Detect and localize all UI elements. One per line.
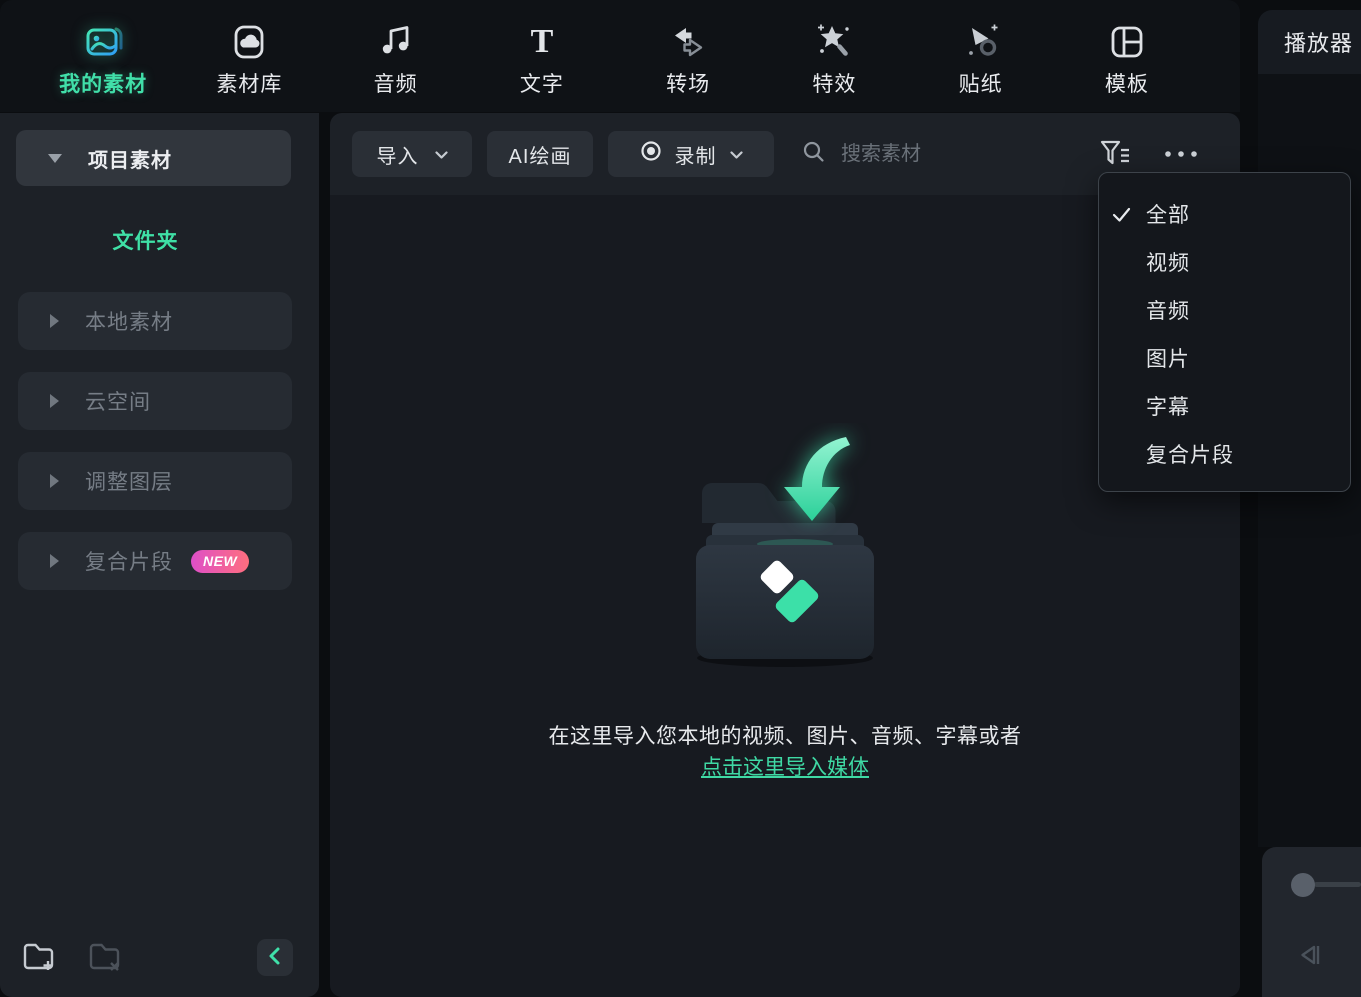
record-button[interactable]: 录制 xyxy=(608,131,774,177)
add-folder-button[interactable] xyxy=(20,939,58,978)
app-window: 我的素材 素材库 xyxy=(0,0,1361,997)
caret-right-icon xyxy=(50,314,59,328)
sidebar-item-local-media[interactable]: 本地素材 xyxy=(18,292,292,350)
group-label: 云空间 xyxy=(85,386,151,416)
sticker-icon xyxy=(959,18,1003,66)
tab-audio[interactable]: 音频 xyxy=(323,0,469,112)
tab-templates[interactable]: 模板 xyxy=(1054,0,1200,112)
chevron-down-icon xyxy=(730,143,743,166)
filter-dropdown-menu: 全部 视频 音频 图片 字幕 复合片段 xyxy=(1098,172,1351,492)
menu-item-label: 图片 xyxy=(1146,343,1190,373)
menu-item-label: 复合片段 xyxy=(1146,439,1234,469)
record-icon xyxy=(640,140,662,168)
tab-label: 文字 xyxy=(520,68,564,98)
menu-item-audio[interactable]: 音频 xyxy=(1099,286,1350,334)
search-icon xyxy=(802,140,825,168)
menu-item-label: 全部 xyxy=(1146,199,1190,229)
my-media-icon xyxy=(81,18,125,66)
audio-icon xyxy=(374,18,418,66)
tab-label: 模板 xyxy=(1105,68,1149,98)
transition-icon xyxy=(666,18,710,66)
tab-stock-media[interactable]: 素材库 xyxy=(176,0,322,112)
menu-item-subtitle[interactable]: 字幕 xyxy=(1099,382,1350,430)
tab-label: 素材库 xyxy=(216,68,282,98)
filter-button[interactable] xyxy=(1096,137,1134,172)
caret-right-icon xyxy=(50,474,59,488)
caret-right-icon xyxy=(50,394,59,408)
delete-folder-button[interactable] xyxy=(86,939,124,978)
tab-stickers[interactable]: 贴纸 xyxy=(908,0,1054,112)
tab-transition[interactable]: 转场 xyxy=(615,0,761,112)
import-button[interactable]: 导入 xyxy=(352,131,472,177)
tab-label: 我的素材 xyxy=(59,68,147,98)
search-box xyxy=(802,140,1053,168)
top-navbar: 我的素材 素材库 xyxy=(0,0,1240,112)
search-input[interactable] xyxy=(839,142,1053,167)
folder-x-icon xyxy=(86,963,124,978)
caret-down-icon xyxy=(48,154,62,163)
import-media-link[interactable]: 点击这里导入媒体 xyxy=(701,756,869,779)
ai-paint-button[interactable]: AI绘画 xyxy=(487,131,593,177)
tab-effects[interactable]: 特效 xyxy=(761,0,907,112)
menu-item-compound-clip[interactable]: 复合片段 xyxy=(1099,430,1350,478)
player-title: 播放器 xyxy=(1284,26,1353,58)
project-media-label: 项目素材 xyxy=(88,144,172,173)
chevron-down-icon xyxy=(435,143,448,166)
menu-item-label: 视频 xyxy=(1146,247,1190,277)
menu-item-all[interactable]: 全部 xyxy=(1099,190,1350,238)
sidebar-item-project-media[interactable]: 项目素材 xyxy=(16,130,291,186)
checkmark-icon xyxy=(1112,205,1131,229)
sidebar: 项目素材 文件夹 本地素材 云空间 调整图层 复合片段 NEW xyxy=(0,113,319,997)
tab-label: 特效 xyxy=(812,68,856,98)
sidebar-item-folder[interactable]: 文件夹 xyxy=(0,225,291,255)
tab-label: 音频 xyxy=(374,68,418,98)
menu-item-video[interactable]: 视频 xyxy=(1099,238,1350,286)
player-controls xyxy=(1262,847,1361,997)
sidebar-item-adjustment-layer[interactable]: 调整图层 xyxy=(18,452,292,510)
nav-tabs: 我的素材 素材库 xyxy=(30,0,1200,112)
folder-plus-icon xyxy=(20,963,58,978)
more-options-button[interactable] xyxy=(1162,147,1200,162)
empty-state-text: 在这里导入您本地的视频、图片、音频、字幕或者 xyxy=(330,720,1240,750)
tab-label: 贴纸 xyxy=(959,68,1003,98)
sidebar-item-cloud-space[interactable]: 云空间 xyxy=(18,372,292,430)
filter-icon xyxy=(1096,157,1134,172)
sidebar-footer xyxy=(0,939,319,979)
empty-state-link-row: 点击这里导入媒体 xyxy=(330,751,1240,781)
tab-text[interactable]: T 文字 xyxy=(469,0,615,112)
menu-item-label: 音频 xyxy=(1146,295,1190,325)
tab-my-media[interactable]: 我的素材 xyxy=(30,0,176,112)
import-label: 导入 xyxy=(377,140,419,169)
ellipsis-icon xyxy=(1162,147,1200,162)
ai-paint-label: AI绘画 xyxy=(509,140,572,169)
previous-frame-icon xyxy=(1292,961,1328,976)
svg-text:T: T xyxy=(531,23,554,60)
caret-right-icon xyxy=(50,554,59,568)
template-icon xyxy=(1105,18,1149,66)
group-label: 调整图层 xyxy=(85,466,173,496)
player-slider-track[interactable] xyxy=(1314,882,1361,887)
stock-media-icon xyxy=(227,18,271,66)
previous-frame-button[interactable] xyxy=(1292,937,1328,976)
new-badge: NEW xyxy=(191,550,249,573)
sidebar-item-compound-clip[interactable]: 复合片段 NEW xyxy=(18,532,292,590)
effects-icon xyxy=(812,18,856,66)
empty-folder-illustration xyxy=(660,423,910,678)
player-slider-handle[interactable] xyxy=(1291,873,1315,897)
player-panel-header: 播放器 xyxy=(1258,10,1361,74)
record-label: 录制 xyxy=(675,140,717,169)
group-label: 本地素材 xyxy=(85,306,173,336)
menu-item-image[interactable]: 图片 xyxy=(1099,334,1350,382)
tab-label: 转场 xyxy=(666,68,710,98)
chevron-left-icon xyxy=(265,945,285,970)
collapse-sidebar-button[interactable] xyxy=(257,939,293,976)
group-label: 复合片段 xyxy=(85,546,173,576)
menu-item-label: 字幕 xyxy=(1146,391,1190,421)
text-icon: T xyxy=(520,18,564,66)
